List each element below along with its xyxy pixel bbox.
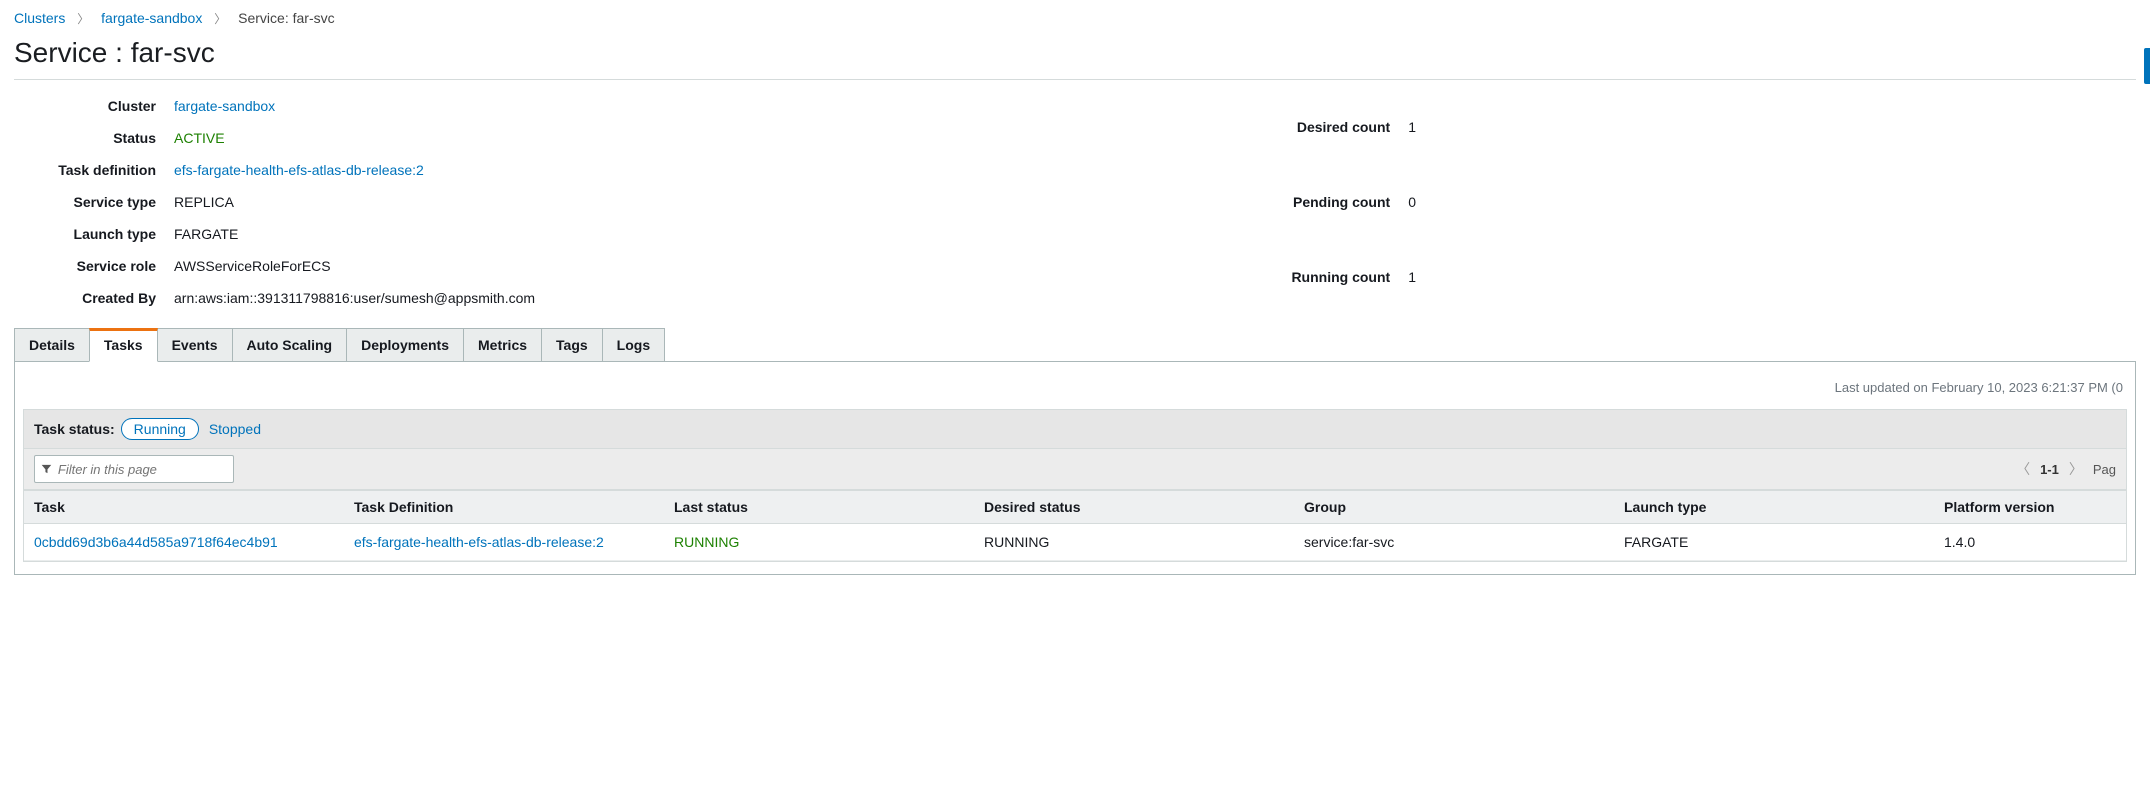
row-platform-version: 1.4.0 xyxy=(1934,524,2126,561)
th-platform-version[interactable]: Platform version xyxy=(1934,491,2126,524)
task-definition-label: Task definition xyxy=(14,154,174,186)
breadcrumb-clusters-link[interactable]: Clusters xyxy=(14,10,65,26)
running-count-label: Running count xyxy=(1248,239,1408,314)
service-details-section: Cluster fargate-sandbox Status ACTIVE Ta… xyxy=(0,90,2150,328)
th-group[interactable]: Group xyxy=(1294,491,1614,524)
cluster-label: Cluster xyxy=(14,90,174,122)
task-status-label: Task status: xyxy=(34,421,115,437)
tasks-tab-body: Last updated on February 10, 2023 6:21:3… xyxy=(14,361,2136,575)
update-button-edge[interactable] xyxy=(2144,48,2150,84)
table-row: 0cbdd69d3b6a44d585a9718f64ec4b91 efs-far… xyxy=(24,524,2126,561)
page-title: Service : far-svc xyxy=(0,33,2150,79)
th-last-status[interactable]: Last status xyxy=(664,491,974,524)
tab-tags[interactable]: Tags xyxy=(541,328,603,362)
service-role-value: AWSServiceRoleForECS xyxy=(174,250,535,282)
row-last-status: RUNNING xyxy=(674,534,739,550)
filter-input[interactable] xyxy=(58,462,227,477)
service-type-value: REPLICA xyxy=(174,186,535,218)
th-launch-type[interactable]: Launch type xyxy=(1614,491,1934,524)
pending-count-label: Pending count xyxy=(1248,165,1408,240)
created-by-value: arn:aws:iam::391311798816:user/sumesh@ap… xyxy=(174,282,535,314)
row-task-definition-link[interactable]: efs-fargate-health-efs-atlas-db-release:… xyxy=(354,534,604,550)
desired-count-label: Desired count xyxy=(1248,90,1408,165)
breadcrumb-cluster-link[interactable]: fargate-sandbox xyxy=(101,10,202,26)
launch-type-value: FARGATE xyxy=(174,218,535,250)
tasks-block: Task status: Running Stopped 〈 1-1 〉 Pag… xyxy=(23,409,2127,562)
details-right-column: Desired count 1 Pending count 0 Running … xyxy=(1248,90,2136,314)
breadcrumb-current: Service: far-svc xyxy=(238,10,334,26)
status-value: ACTIVE xyxy=(174,122,535,154)
tasks-table: Task Task Definition Last status Desired… xyxy=(24,490,2126,561)
pager-next-icon[interactable]: 〉 xyxy=(2069,459,2083,479)
pager-range: 1-1 xyxy=(2040,462,2059,477)
task-definition-link[interactable]: efs-fargate-health-efs-atlas-db-release:… xyxy=(174,162,424,178)
filter-input-wrapper[interactable] xyxy=(34,455,234,483)
page-size-label: Pag xyxy=(2093,462,2116,477)
chevron-right-icon: 〉 xyxy=(206,12,234,26)
tab-tasks[interactable]: Tasks xyxy=(89,328,158,362)
tab-details[interactable]: Details xyxy=(14,328,90,362)
service-type-label: Service type xyxy=(14,186,174,218)
row-launch-type: FARGATE xyxy=(1614,524,1934,561)
last-updated-text: Last updated on February 10, 2023 6:21:3… xyxy=(15,380,2135,409)
task-status-header: Task status: Running Stopped xyxy=(24,410,2126,449)
pending-count-value: 0 xyxy=(1408,165,1416,240)
running-count-value: 1 xyxy=(1408,239,1416,314)
task-definition-value: efs-fargate-health-efs-atlas-db-release:… xyxy=(174,154,535,186)
chevron-right-icon: 〉 xyxy=(69,12,97,26)
created-by-label: Created By xyxy=(14,282,174,314)
service-tabs: Details Tasks Events Auto Scaling Deploy… xyxy=(0,328,2150,362)
tab-auto-scaling[interactable]: Auto Scaling xyxy=(232,328,348,362)
th-task[interactable]: Task xyxy=(24,491,344,524)
pager: 〈 1-1 〉 Pag xyxy=(2016,459,2116,479)
launch-type-label: Launch type xyxy=(14,218,174,250)
row-desired-status: RUNNING xyxy=(974,524,1294,561)
desired-count-value: 1 xyxy=(1408,90,1416,165)
th-desired-status[interactable]: Desired status xyxy=(974,491,1294,524)
task-status-stopped-link[interactable]: Stopped xyxy=(209,421,261,437)
breadcrumb: Clusters 〉 fargate-sandbox 〉 Service: fa… xyxy=(0,0,2150,33)
th-task-definition[interactable]: Task Definition xyxy=(344,491,664,524)
service-role-label: Service role xyxy=(14,250,174,282)
task-id-link[interactable]: 0cbdd69d3b6a44d585a9718f64ec4b91 xyxy=(34,534,278,550)
tab-events[interactable]: Events xyxy=(157,328,233,362)
tasks-toolbar: 〈 1-1 〉 Pag xyxy=(24,449,2126,490)
title-divider xyxy=(14,79,2136,80)
row-group: service:far-svc xyxy=(1294,524,1614,561)
cluster-link[interactable]: fargate-sandbox xyxy=(174,98,275,114)
tab-logs[interactable]: Logs xyxy=(602,328,665,362)
pager-prev-icon[interactable]: 〈 xyxy=(2016,459,2030,479)
cluster-value: fargate-sandbox xyxy=(174,90,535,122)
filter-icon xyxy=(41,463,52,475)
status-label: Status xyxy=(14,122,174,154)
details-left-column: Cluster fargate-sandbox Status ACTIVE Ta… xyxy=(14,90,535,314)
tab-deployments[interactable]: Deployments xyxy=(346,328,464,362)
task-status-running-pill[interactable]: Running xyxy=(121,418,199,440)
tab-metrics[interactable]: Metrics xyxy=(463,328,542,362)
